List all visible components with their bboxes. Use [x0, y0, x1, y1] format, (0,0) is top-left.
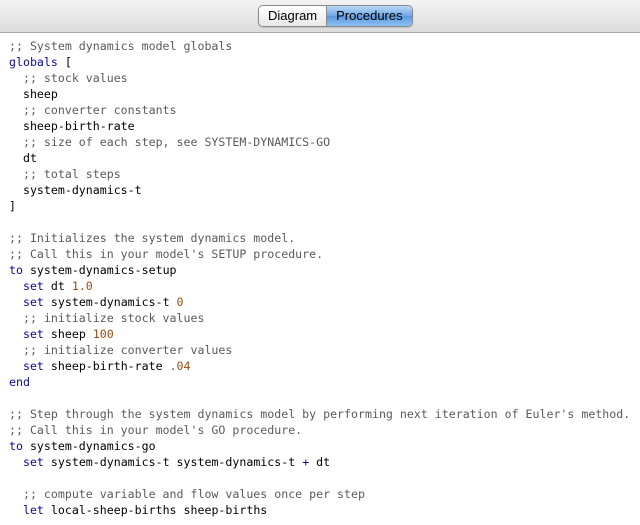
- code-line: end: [9, 374, 630, 390]
- code-comment: ;; stock values: [9, 71, 128, 85]
- code-line: sheep: [9, 86, 630, 102]
- code-line: ;; initialize stock values: [9, 310, 630, 326]
- code-comment: ;; System dynamics model globals: [9, 39, 233, 53]
- code-line: system-dynamics-t: [9, 182, 630, 198]
- code-line: to system-dynamics-setup: [9, 262, 630, 278]
- code-keyword: end: [9, 375, 30, 389]
- code-comment: ;; compute variable and flow values once…: [9, 487, 365, 501]
- view-tabs: Diagram Procedures: [258, 5, 413, 27]
- code-line: to system-dynamics-go: [9, 438, 630, 454]
- code-token: sheep: [43, 327, 93, 341]
- code-text: ;; System dynamics model globals globals …: [9, 38, 630, 518]
- code-comment: ;; Call this in your model's GO procedur…: [9, 423, 303, 437]
- code-line: ]: [9, 198, 630, 214]
- code-keyword: set: [22, 295, 44, 309]
- code-number: 100: [92, 327, 114, 341]
- code-keyword: set: [22, 327, 44, 341]
- tab-procedures[interactable]: Procedures: [326, 6, 412, 26]
- code-comment: ;; total steps: [9, 167, 121, 181]
- code-comment: ;; Call this in your model's SETUP proce…: [9, 247, 324, 261]
- code-token: dt: [309, 455, 331, 469]
- code-number: 1.0: [71, 279, 93, 293]
- tab-bar: Diagram Procedures: [0, 0, 640, 33]
- code-token: system-dynamics-setup: [22, 263, 177, 277]
- code-comment: ;; Step through the system dynamics mode…: [9, 407, 631, 421]
- code-comment: ;; initialize converter values: [9, 343, 233, 357]
- code-token: [: [57, 55, 72, 69]
- code-keyword: set: [22, 279, 44, 293]
- code-keyword: to: [9, 439, 23, 453]
- code-line: set sheep-birth-rate .04: [9, 358, 630, 374]
- code-token: dt: [9, 151, 37, 165]
- code-token: dt: [43, 279, 72, 293]
- code-line: ;; System dynamics model globals: [9, 38, 630, 54]
- code-line: ;; total steps: [9, 166, 630, 182]
- code-line: ;; Call this in your model's GO procedur…: [9, 422, 630, 438]
- code-token: system-dynamics-t: [9, 183, 142, 197]
- code-line: set system-dynamics-t system-dynamics-t …: [9, 454, 630, 470]
- code-line: ;; converter constants: [9, 102, 630, 118]
- code-line: set dt 1.0: [9, 278, 630, 294]
- code-line: ;; initialize converter values: [9, 342, 630, 358]
- code-line: let local-sheep-births sheep-births: [9, 502, 630, 518]
- code-editor[interactable]: ;; System dynamics model globals globals …: [0, 33, 640, 525]
- code-line: ;; compute variable and flow values once…: [9, 486, 630, 502]
- code-token: system-dynamics-t system-dynamics-t: [43, 455, 303, 469]
- code-token: system-dynamics-go: [22, 439, 156, 453]
- code-token: system-dynamics-t: [43, 295, 177, 309]
- code-keyword: let: [22, 503, 44, 517]
- tab-diagram[interactable]: Diagram: [259, 6, 327, 26]
- code-line: ;; Initializes the system dynamics model…: [9, 230, 630, 246]
- code-comment: ;; Initializes the system dynamics model…: [9, 231, 296, 245]
- code-comment: ;; converter constants: [9, 103, 177, 117]
- code-token: sheep-birth-rate: [9, 119, 135, 133]
- code-keyword: to: [9, 263, 23, 277]
- code-line: sheep-birth-rate: [9, 118, 630, 134]
- code-line: ;; stock values: [9, 70, 630, 86]
- code-comment: ;; initialize stock values: [9, 311, 205, 325]
- code-keyword: globals: [9, 55, 58, 69]
- code-line: ;; size of each step, see SYSTEM-DYNAMIC…: [9, 134, 630, 150]
- code-line: dt: [9, 150, 630, 166]
- code-line: ;; Step through the system dynamics mode…: [9, 406, 630, 422]
- code-line: globals [: [9, 54, 630, 70]
- code-token: ]: [9, 199, 16, 213]
- code-number: 0: [176, 295, 184, 309]
- code-line: set system-dynamics-t 0: [9, 294, 630, 310]
- code-token: sheep: [9, 87, 58, 101]
- code-token: local-sheep-births sheep-births: [43, 503, 268, 517]
- code-line: ;; Call this in your model's SETUP proce…: [9, 246, 630, 262]
- code-keyword: set: [22, 455, 44, 469]
- code-comment: ;; size of each step, see SYSTEM-DYNAMIC…: [9, 135, 331, 149]
- code-line: set sheep 100: [9, 326, 630, 342]
- code-token: sheep-birth-rate: [43, 359, 170, 373]
- code-number: .04: [169, 359, 191, 373]
- code-keyword: set: [22, 359, 44, 373]
